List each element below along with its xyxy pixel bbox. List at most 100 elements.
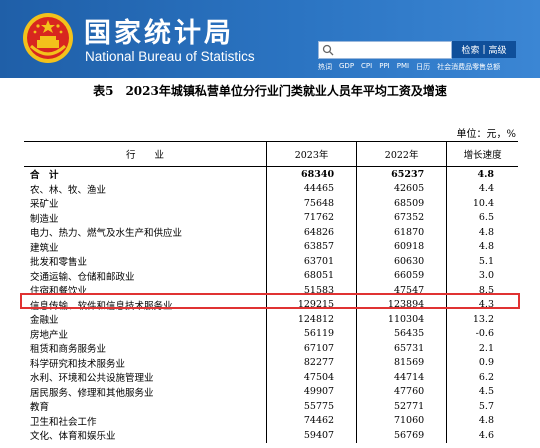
wage-2023-cell: 74462 <box>266 413 358 428</box>
wage-table: 行 业 2023年 2022年 增长速度 合 计 68340 65237 4.8 农、林… <box>24 141 518 443</box>
wage-2023-cell: 68051 <box>266 268 358 283</box>
wage-2022-cell: 65731 <box>356 341 448 356</box>
wage-2022-cell: 60630 <box>356 254 448 269</box>
site-header: 国家统计局 National Bureau of Statistics 检索 |… <box>0 0 540 78</box>
growth-cell: 6.2 <box>478 371 494 383</box>
search-button-group: 检索 | 高级 <box>452 41 516 58</box>
wage-2022-cell: 81569 <box>356 355 448 370</box>
industry-cell: 文化、体育和娱乐业 <box>24 428 267 443</box>
wage-2022-cell: 110304 <box>356 312 448 327</box>
wage-2023-cell: 75648 <box>266 196 358 211</box>
wage-2022-cell: 56435 <box>356 326 448 341</box>
table-header-row: 行 业 2023年 2022年 增长速度 <box>24 141 518 167</box>
table-row: 文化、体育和娱乐业 59407 56769 4.6 <box>24 428 518 443</box>
industry-cell: 金融业 <box>24 312 267 327</box>
wage-2022-cell: 60918 <box>356 239 448 254</box>
wage-2022-cell: 44714 <box>356 370 448 385</box>
search-icon <box>322 44 334 56</box>
industry-cell: 电力、热力、燃气及水生产和供应业 <box>24 225 267 240</box>
table-row: 批发和零售业 63701 60630 5.1 <box>24 254 518 269</box>
growth-cell: 6.5 <box>478 212 494 224</box>
quick-links: 热词 GDP CPI PPI PMI 日历 社会消费品零售总额 <box>318 62 500 72</box>
search-button[interactable]: 检索 <box>461 43 479 56</box>
growth-cell: 4.5 <box>478 386 494 398</box>
wage-2023-cell: 67107 <box>266 341 358 356</box>
table-row: 交通运输、仓储和邮政业 68051 66059 3.0 <box>24 268 518 283</box>
wage-2023-cell: 56119 <box>266 326 358 341</box>
industry-cell: 租赁和商务服务业 <box>24 341 267 356</box>
wage-2023-cell: 71762 <box>266 210 358 225</box>
wage-2022-cell: 71060 <box>356 413 448 428</box>
growth-cell: 4.4 <box>478 183 494 195</box>
site-title-cn[interactable]: 国家统计局 <box>84 11 234 50</box>
growth-cell: 4.8 <box>478 241 494 253</box>
wage-2022-cell: 47760 <box>356 384 448 399</box>
growth-cell: 4.8 <box>477 168 494 180</box>
header-2023: 2023年 <box>266 141 358 167</box>
wage-2023-cell: 59407 <box>266 428 358 443</box>
table-row: 科学研究和技术服务业 82277 81569 0.9 <box>24 355 518 370</box>
site-title-en[interactable]: National Bureau of Statistics <box>85 49 255 64</box>
industry-cell: 批发和零售业 <box>24 254 267 269</box>
wage-2023-cell: 47504 <box>266 370 358 385</box>
quick-link-cpi[interactable]: CPI <box>361 62 372 72</box>
growth-cell: 13.2 <box>472 313 494 325</box>
table-row-total: 合 计 68340 65237 4.8 <box>24 166 518 182</box>
industry-cell: 建筑业 <box>24 239 267 254</box>
table-row: 居民服务、修理和其他服务业 49907 47760 4.5 <box>24 384 518 399</box>
wage-2023-cell: 64826 <box>266 225 358 240</box>
table-title: 表5 2023年城镇私营单位分行业门类就业人员年平均工资及增速 <box>93 84 447 98</box>
table-row: 采矿业 75648 68509 10.4 <box>24 196 518 211</box>
table-row: 农、林、牧、渔业 44465 42605 4.4 <box>24 181 518 196</box>
industry-cell: 农、林、牧、渔业 <box>24 181 267 196</box>
growth-cell: 5.7 <box>478 400 494 412</box>
industry-cell: 采矿业 <box>24 196 267 211</box>
growth-cell: 10.4 <box>472 197 494 209</box>
table-row: 卫生和社会工作 74462 71060 4.8 <box>24 413 518 428</box>
quick-link-pmi[interactable]: PMI <box>397 62 409 72</box>
wage-2022-cell: 42605 <box>356 181 448 196</box>
quick-link-calendar[interactable]: 日历 <box>416 62 430 72</box>
growth-cell: 4.8 <box>478 226 494 238</box>
wage-2022-cell: 52771 <box>356 399 448 414</box>
wage-2022-cell: 56769 <box>356 428 448 443</box>
growth-cell: 4.8 <box>478 415 494 427</box>
wage-2023-cell: 68340 <box>266 166 358 182</box>
table-row: 租赁和商务服务业 67107 65731 2.1 <box>24 341 518 356</box>
wage-2022-cell: 66059 <box>356 268 448 283</box>
table-row: 水利、环境和公共设施管理业 47504 44714 6.2 <box>24 370 518 385</box>
industry-cell: 房地产业 <box>24 326 267 341</box>
quick-link-retail-sales[interactable]: 社会消费品零售总额 <box>437 62 500 72</box>
industry-cell: 教育 <box>24 399 267 414</box>
table-row: 金融业 124812 110304 13.2 <box>24 312 518 327</box>
highlight-box <box>20 293 520 309</box>
wage-2023-cell: 82277 <box>266 355 358 370</box>
growth-cell: -0.6 <box>475 328 494 340</box>
growth-cell: 2.1 <box>478 342 494 354</box>
wage-2023-cell: 63857 <box>266 239 358 254</box>
wage-2023-cell: 124812 <box>266 312 358 327</box>
table-row: 教育 55775 52771 5.7 <box>24 399 518 414</box>
growth-cell: 0.9 <box>478 357 494 369</box>
quick-link-hotwords[interactable]: 热词 <box>318 62 332 72</box>
table-row: 建筑业 63857 60918 4.8 <box>24 239 518 254</box>
wage-2022-cell: 61870 <box>356 225 448 240</box>
industry-cell: 卫生和社会工作 <box>24 413 267 428</box>
search-divider: | <box>482 44 486 55</box>
advanced-search-button[interactable]: 高级 <box>489 43 507 56</box>
header-2022: 2022年 <box>356 141 448 167</box>
header-industry: 行 业 <box>24 141 267 167</box>
wage-2023-cell: 44465 <box>266 181 358 196</box>
quick-link-ppi[interactable]: PPI <box>379 62 390 72</box>
search-input[interactable] <box>318 41 452 59</box>
table-row: 电力、热力、燃气及水生产和供应业 64826 61870 4.8 <box>24 225 518 240</box>
wage-2022-cell: 68509 <box>356 196 448 211</box>
table-row: 制造业 71762 67352 6.5 <box>24 210 518 225</box>
header-growth: 增长速度 <box>446 141 518 167</box>
table-row: 房地产业 56119 56435 -0.6 <box>24 326 518 341</box>
quick-link-gdp[interactable]: GDP <box>339 62 354 72</box>
industry-cell: 居民服务、修理和其他服务业 <box>24 384 267 399</box>
growth-cell: 5.1 <box>478 255 494 267</box>
growth-cell: 3.0 <box>478 270 494 282</box>
wage-2023-cell: 63701 <box>266 254 358 269</box>
